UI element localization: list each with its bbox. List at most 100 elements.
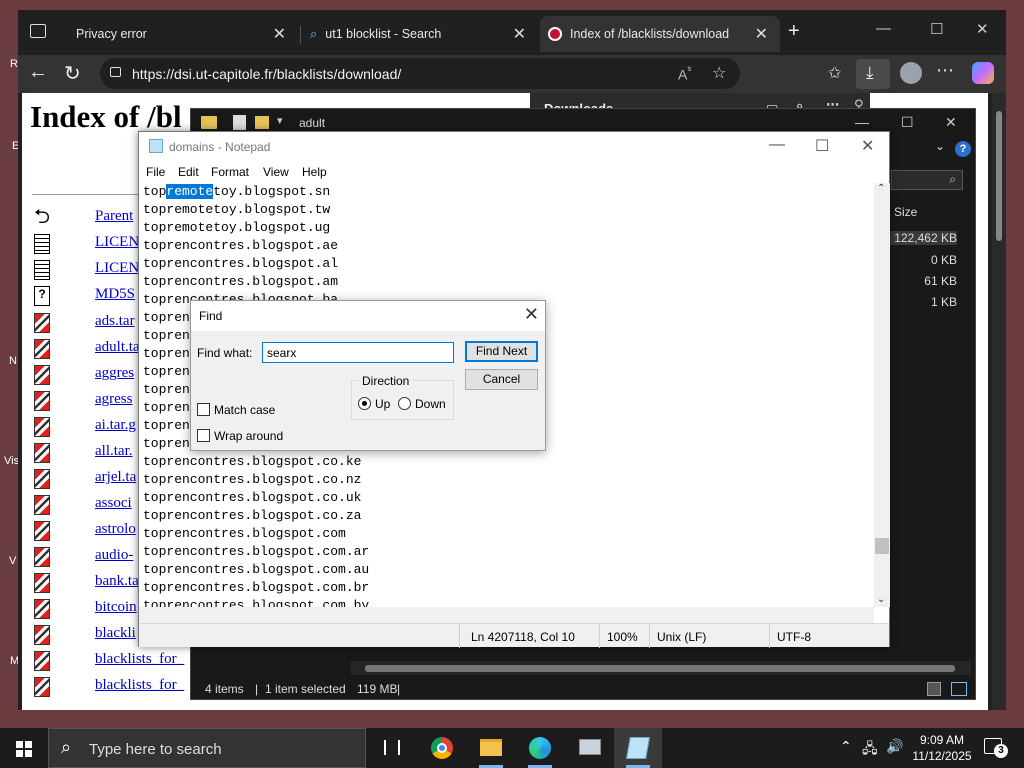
- directory-link[interactable]: aggres: [95, 365, 134, 382]
- expand-ribbon-icon[interactable]: ⌄: [935, 139, 945, 153]
- directory-link[interactable]: LICEN: [95, 260, 139, 277]
- explorer-search-box[interactable]: ⌕: [891, 170, 963, 190]
- direction-up-radio[interactable]: [358, 397, 371, 410]
- directory-link[interactable]: LICEN: [95, 234, 139, 251]
- notepad-horizontal-scrollbar[interactable]: [139, 607, 874, 623]
- scroll-up-icon[interactable]: ⌃: [877, 183, 885, 194]
- notepad-icon: [626, 737, 650, 759]
- copilot-icon[interactable]: [972, 62, 994, 84]
- directory-link[interactable]: astrolo: [95, 521, 136, 538]
- match-case-checkbox[interactable]: [197, 403, 210, 416]
- explorer-horizontal-scrollbar[interactable]: [351, 661, 971, 675]
- quick-access-toggle-icon[interactable]: ▾: [277, 114, 283, 127]
- notepad-taskbar-button[interactable]: [614, 728, 662, 768]
- new-folder-icon[interactable]: [255, 116, 269, 129]
- scroll-down-icon[interactable]: ⌄: [877, 594, 885, 605]
- close-icon[interactable]: ✕: [945, 114, 957, 131]
- read-aloud-icon[interactable]: Aˢ: [678, 64, 691, 83]
- directory-link[interactable]: blacklists_for_: [95, 677, 184, 694]
- properties-icon[interactable]: [233, 115, 246, 130]
- refresh-icon[interactable]: ↻: [64, 61, 81, 86]
- directory-link[interactable]: bitcoin: [95, 599, 137, 616]
- find-title-bar: Find ✕: [191, 301, 545, 331]
- back-icon[interactable]: ←: [28, 61, 48, 84]
- more-options-icon[interactable]: ⋯: [936, 60, 954, 81]
- wrap-around-checkbox[interactable]: [197, 429, 210, 442]
- system-clock[interactable]: 9:09 AM 11/12/2025: [912, 732, 972, 764]
- edge-taskbar-button[interactable]: [516, 728, 564, 768]
- close-icon[interactable]: ✕: [269, 24, 290, 44]
- file-explorer-taskbar-button[interactable]: [467, 728, 515, 768]
- directory-link[interactable]: ads.tar: [95, 313, 135, 330]
- minimize-icon[interactable]: —: [876, 20, 891, 37]
- directory-link[interactable]: arjel.ta: [95, 469, 136, 486]
- tab-actions-icon[interactable]: [30, 24, 46, 38]
- cancel-button[interactable]: Cancel: [465, 369, 538, 390]
- maximize-icon[interactable]: ☐: [815, 136, 829, 156]
- directory-link[interactable]: audio-: [95, 547, 133, 564]
- start-button[interactable]: [0, 728, 48, 768]
- text-line: toprencontres.blogspot.co.za: [143, 508, 362, 523]
- chrome-taskbar-button[interactable]: [418, 728, 466, 768]
- tab-privacy-error[interactable]: Privacy error ✕: [60, 16, 298, 52]
- maximize-icon[interactable]: ☐: [901, 114, 914, 131]
- close-icon[interactable]: ✕: [524, 304, 539, 325]
- directory-link[interactable]: blacklists_for_: [95, 651, 184, 668]
- direction-up-label[interactable]: Up: [375, 397, 390, 411]
- address-bar[interactable]: https://dsi.ut-capitole.fr/blacklists/do…: [100, 58, 740, 89]
- page-scrollbar[interactable]: [992, 93, 1006, 710]
- clock-date: 11/12/2025: [912, 749, 972, 763]
- zoom-level: 100%: [607, 630, 638, 644]
- close-icon[interactable]: ✕: [509, 24, 530, 44]
- menu-help[interactable]: Help: [302, 165, 327, 179]
- clock-time: 9:09 AM: [919, 733, 965, 747]
- help-icon[interactable]: ?: [955, 141, 971, 157]
- downloads-button[interactable]: ⤓: [856, 59, 890, 89]
- task-view-button[interactable]: [368, 728, 416, 768]
- tab-search[interactable]: ⌕ ut1 blocklist - Search ✕: [302, 16, 538, 52]
- details-view-icon[interactable]: [927, 682, 941, 696]
- tiles-view-icon[interactable]: [951, 682, 967, 696]
- directory-link[interactable]: blackli: [95, 625, 136, 642]
- direction-down-label[interactable]: Down: [415, 397, 446, 411]
- directory-link[interactable]: adult.ta: [95, 339, 140, 356]
- directory-link[interactable]: agress: [95, 391, 133, 408]
- taskbar-search-box[interactable]: ⌕ Type here to search: [48, 728, 366, 768]
- url-text[interactable]: https://dsi.ut-capitole.fr/blacklists/do…: [132, 66, 401, 82]
- minimize-icon[interactable]: —: [855, 114, 869, 130]
- directory-link[interactable]: bank.ta: [95, 573, 139, 590]
- tab-label: ut1 blocklist - Search: [325, 27, 442, 41]
- match-case-label[interactable]: Match case: [214, 403, 275, 417]
- volume-icon[interactable]: 🔊: [886, 738, 903, 755]
- menu-file[interactable]: File: [146, 165, 165, 179]
- network-icon[interactable]: 🖧: [862, 738, 878, 762]
- maximize-icon[interactable]: ☐: [930, 20, 943, 38]
- close-window-icon[interactable]: ✕: [976, 20, 989, 38]
- chevron-up-icon[interactable]: ⌃: [840, 738, 852, 755]
- menu-edit[interactable]: Edit: [178, 165, 199, 179]
- directory-link[interactable]: associ: [95, 495, 132, 512]
- line-ending: Unix (LF): [657, 630, 707, 644]
- directory-link[interactable]: MD5S: [95, 286, 135, 303]
- profile-avatar[interactable]: [900, 62, 922, 84]
- close-icon[interactable]: ✕: [861, 136, 874, 156]
- app-taskbar-button[interactable]: [566, 728, 614, 768]
- find-what-input[interactable]: [262, 342, 454, 363]
- favorite-star-icon[interactable]: ☆: [712, 63, 726, 83]
- tab-index-blacklists[interactable]: Index of /blacklists/download ✕: [540, 16, 780, 52]
- favorites-icon[interactable]: ✩: [828, 63, 841, 83]
- find-next-button[interactable]: Find Next: [465, 341, 538, 362]
- menu-view[interactable]: View: [263, 165, 289, 179]
- notepad-vertical-scrollbar[interactable]: ⌃ ⌄: [874, 183, 890, 607]
- direction-down-radio[interactable]: [398, 397, 411, 410]
- directory-link[interactable]: all.tar.: [95, 443, 133, 460]
- menu-format[interactable]: Format: [211, 165, 249, 179]
- new-tab-icon[interactable]: +: [788, 20, 800, 43]
- archive-file-icon: [34, 495, 50, 515]
- minimize-icon[interactable]: —: [769, 136, 785, 154]
- directory-link[interactable]: ai.tar.g: [95, 417, 136, 434]
- directory-link[interactable]: Parent: [95, 208, 133, 225]
- wrap-around-label[interactable]: Wrap around: [214, 429, 283, 443]
- close-icon[interactable]: ✕: [751, 24, 772, 44]
- size-column-header[interactable]: Size: [894, 205, 917, 219]
